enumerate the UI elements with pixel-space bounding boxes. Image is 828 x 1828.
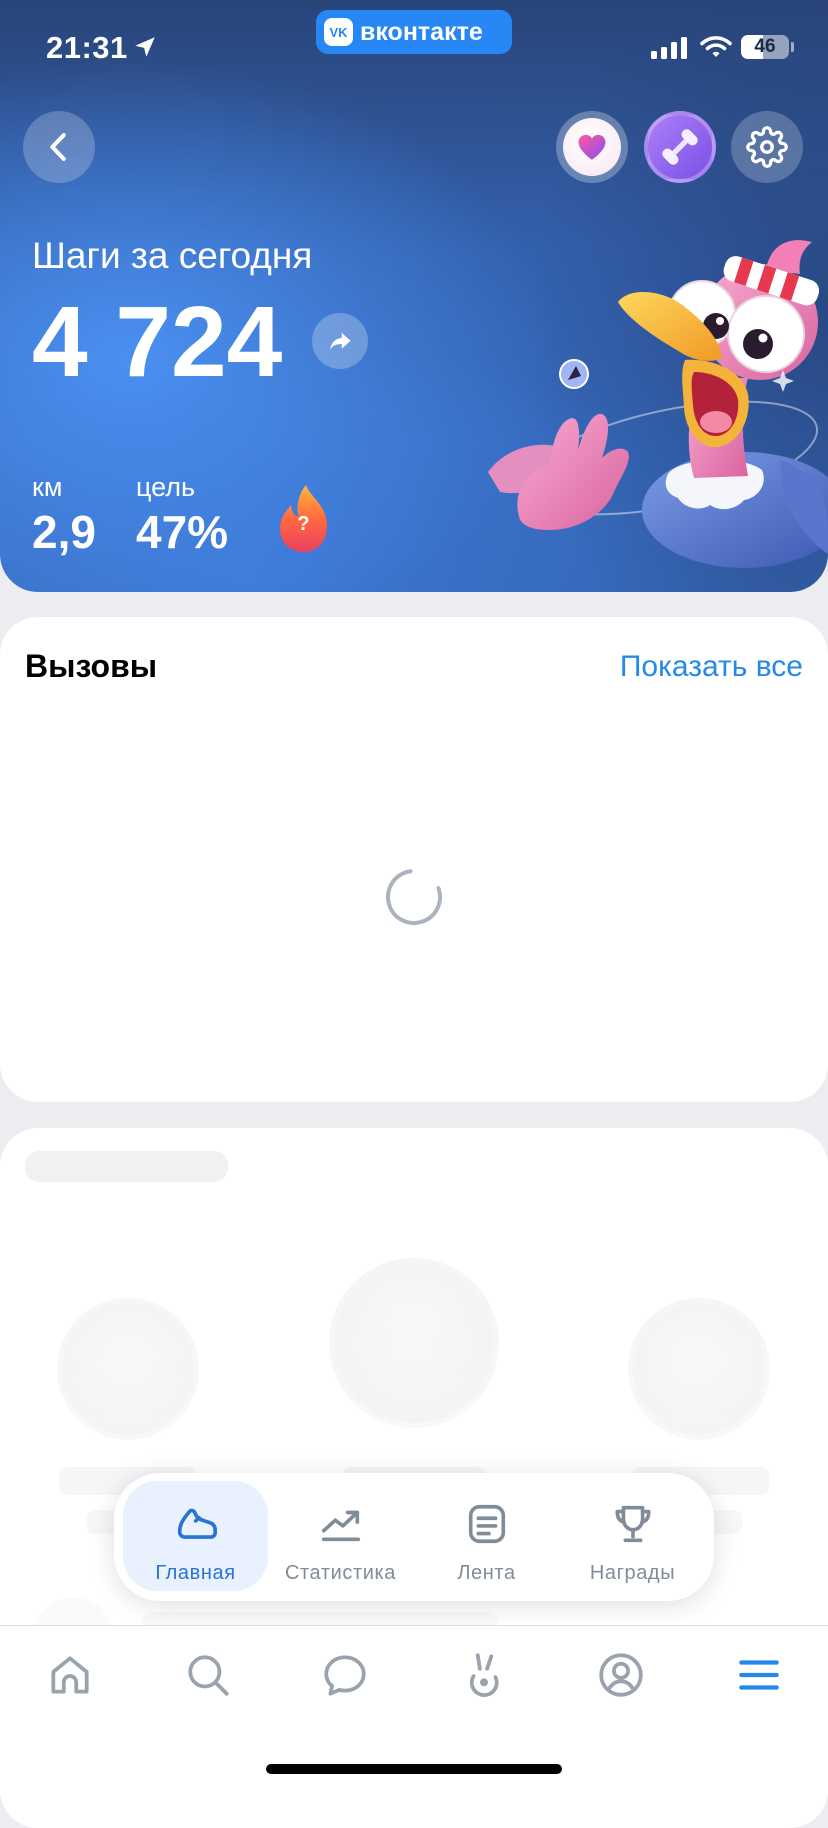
menu-icon[interactable] [734, 1650, 784, 1700]
health-button-inner [563, 118, 621, 176]
svg-text:VK: VK [329, 25, 348, 40]
battery-cap [791, 42, 794, 52]
health-button[interactable] [556, 111, 628, 183]
vk-logo-icon: VK [324, 18, 353, 46]
distance-label: км [32, 472, 63, 502]
share-button[interactable] [312, 313, 368, 369]
tab-rewards[interactable]: Награды [560, 1481, 705, 1591]
vk-app-badge[interactable]: VK вконтакте [316, 10, 512, 54]
skeleton-title [25, 1151, 228, 1182]
wifi-icon [700, 36, 732, 57]
mascot-illustration [488, 240, 828, 568]
feed-icon [468, 1504, 505, 1544]
share-arrow-icon [330, 332, 351, 350]
challenges-card [0, 617, 828, 1102]
trend-chart-icon [321, 1510, 360, 1542]
home-indicator [266, 1764, 562, 1774]
tab-statistics-label: Статистика [284, 1562, 397, 1584]
loading-spinner-icon [386, 869, 442, 925]
dumbbell-icon [662, 129, 698, 165]
location-arrow-icon [135, 37, 155, 57]
steps-count: 4 724 [32, 286, 283, 398]
tab-feed-label: Лента [457, 1562, 516, 1584]
search-icon[interactable] [183, 1650, 233, 1700]
tab-main[interactable]: Главная [123, 1481, 268, 1591]
goal-label: цель [136, 472, 196, 502]
tab-main-label: Главная [155, 1562, 236, 1584]
tab-statistics[interactable]: Статистика [268, 1481, 413, 1591]
section-tab-bar: Главная Статистика Лента Награды [114, 1473, 714, 1601]
clips-icon[interactable] [459, 1650, 509, 1700]
settings-button[interactable] [731, 111, 803, 183]
home-icon[interactable] [45, 1650, 95, 1700]
show-all-link[interactable]: Показать все [620, 652, 803, 682]
steps-title: Шаги за сегодня [32, 235, 313, 276]
profile-icon[interactable] [596, 1650, 646, 1700]
back-button[interactable] [23, 111, 95, 183]
tab-feed[interactable]: Лента [414, 1481, 559, 1591]
battery-icon: 46 [741, 35, 789, 59]
workout-button[interactable] [644, 111, 716, 183]
gear-icon [746, 126, 788, 168]
distance-value: 2,9 [32, 506, 96, 558]
sneaker-icon [177, 1508, 217, 1539]
signal-icon [651, 37, 687, 59]
status-time: 21:31 [46, 30, 128, 65]
battery-level: 46 [754, 36, 776, 57]
challenges-title: Вызовы [25, 648, 158, 684]
heart-icon [578, 134, 606, 160]
streak-badge: ? [297, 513, 310, 535]
trophy-icon [614, 1505, 651, 1543]
back-chevron-icon [50, 133, 66, 161]
tab-rewards-label: Награды [589, 1562, 676, 1584]
messages-icon[interactable] [320, 1650, 370, 1700]
goal-value: 47% [136, 506, 229, 558]
steps-header: 21:31 VK вконтакте 46 Шаги за сегодня 4 … [0, 0, 828, 592]
vk-app-badge-label: вконтакте [360, 18, 483, 46]
